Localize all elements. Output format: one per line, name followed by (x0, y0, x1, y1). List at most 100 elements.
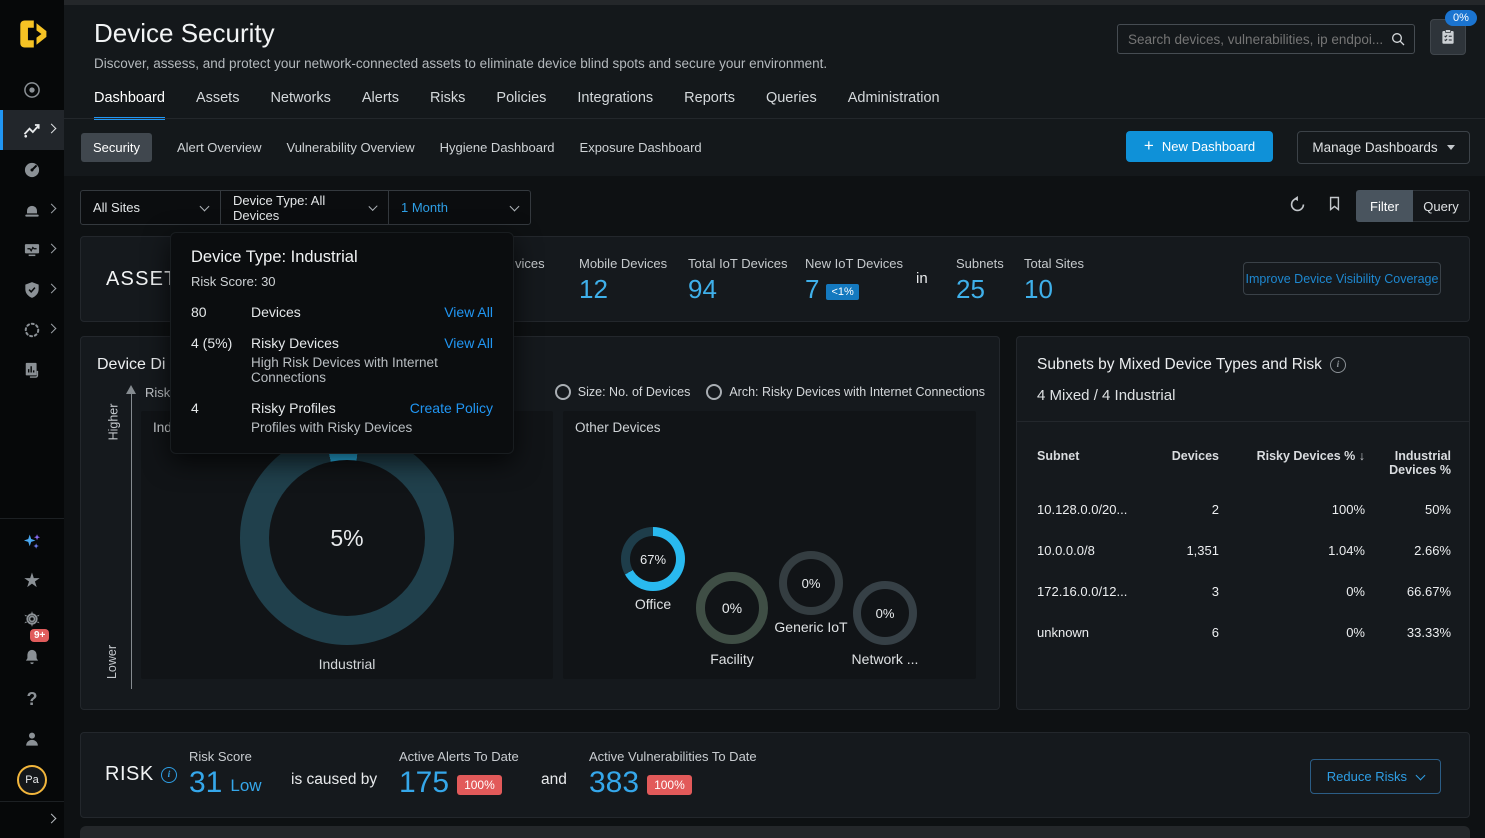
caused-by-text: is caused by (291, 771, 377, 789)
sidebar-item-favorites[interactable]: ★ (0, 560, 64, 600)
bubble-generic-iot[interactable]: 0% (779, 551, 843, 615)
stat-value: 94 (688, 274, 717, 305)
dashboard-tab-hygiene[interactable]: Hygiene Dashboard (440, 133, 555, 162)
chevron-right-icon (47, 814, 57, 824)
bubble-network[interactable]: 0% (853, 581, 917, 645)
time-range-dropdown[interactable]: 1 Month (389, 191, 530, 224)
dashboard-tab-exposure[interactable]: Exposure Dashboard (580, 133, 702, 162)
col-industrial[interactable]: Industrial Devices % (1365, 441, 1451, 489)
sidebar-item-device-security-active[interactable] (0, 110, 64, 150)
cell-industrial: 2.66% (1365, 530, 1451, 571)
sidebar-item-ai-assistant[interactable] (0, 522, 64, 562)
dashboard-tabs: Security Alert Overview Vulnerability Ov… (81, 133, 702, 162)
bubble-office[interactable]: 67% (621, 527, 685, 591)
sidebar-item-notifications[interactable]: 9+ (0, 637, 64, 677)
view-all-link[interactable]: View All (444, 335, 493, 351)
bell-icon (22, 647, 42, 667)
new-dashboard-button[interactable]: + New Dashboard (1126, 131, 1273, 162)
other-devices-plot: Other Devices 67% Office 0% Facility 0% … (563, 411, 976, 679)
risk-panel: RISK Risk Score 31 Low is caused by Acti… (80, 732, 1470, 818)
sidebar-item-help[interactable]: ? (0, 679, 64, 719)
plus-icon: + (1144, 136, 1154, 156)
sidebar-divider (0, 801, 64, 802)
legend-size-option[interactable]: Size: No. of Devices (555, 384, 691, 400)
chevron-right-icon (47, 284, 57, 294)
tab-assets[interactable]: Assets (196, 90, 240, 120)
subnet-link[interactable]: 10.0.0.0/8 (1037, 530, 1155, 571)
sidebar-item-discovery[interactable] (0, 70, 64, 110)
claroty-logo-icon (14, 16, 50, 52)
tab-alerts[interactable]: Alerts (362, 90, 399, 120)
chevron-right-icon (47, 244, 57, 254)
dashboard-tab-alert-overview[interactable]: Alert Overview (177, 133, 262, 162)
tab-queries[interactable]: Queries (766, 90, 817, 120)
sidebar-item-network[interactable] (0, 230, 64, 270)
subnet-link[interactable]: 10.128.0.0/20... (1037, 489, 1155, 530)
and-text: and (541, 771, 567, 789)
tab-integrations[interactable]: Integrations (577, 90, 653, 120)
sidebar-item-policies[interactable] (0, 270, 64, 310)
sites-dropdown[interactable]: All Sites (81, 191, 221, 224)
radio-icon[interactable] (555, 384, 571, 400)
improve-visibility-button[interactable]: Improve Device Visibility Coverage (1243, 262, 1441, 295)
query-toggle[interactable]: Query (1413, 190, 1470, 222)
col-subnet[interactable]: Subnet (1037, 441, 1155, 489)
sidebar-collapse-toggle[interactable] (0, 805, 64, 835)
reset-filters-button[interactable] (1288, 195, 1307, 214)
tab-risks[interactable]: Risks (430, 90, 465, 120)
chevron-down-icon (200, 201, 210, 211)
global-search[interactable] (1117, 24, 1415, 54)
col-risky[interactable]: Risky Devices % ↓ (1219, 441, 1365, 489)
bubble-facility[interactable]: 0% (696, 572, 768, 644)
info-icon[interactable] (1330, 357, 1346, 373)
filter-toggle[interactable]: Filter (1356, 190, 1413, 222)
sidebar-item-account[interactable]: Pa (0, 760, 64, 800)
create-policy-link[interactable]: Create Policy (410, 400, 493, 416)
sidebar-item-reports[interactable] (0, 350, 64, 390)
legend-arch-option[interactable]: Arch: Risky Devices with Internet Connec… (706, 384, 985, 400)
app-logo[interactable] (0, 12, 64, 56)
risk-axis (131, 393, 132, 689)
alarm-icon (22, 200, 42, 220)
tooltip-label: Risky Devices (251, 335, 438, 351)
dashboard-tab-security[interactable]: Security (81, 133, 152, 162)
sidebar-item-alerts[interactable] (0, 190, 64, 230)
info-icon[interactable] (161, 767, 177, 783)
subnet-link[interactable]: unknown (1037, 612, 1155, 653)
analytics-route-icon (22, 120, 42, 140)
subnets-panel: Subnets by Mixed Device Types and Risk 4… (1016, 336, 1470, 710)
tab-administration[interactable]: Administration (848, 90, 940, 120)
col-devices[interactable]: Devices (1155, 441, 1219, 489)
other-devices-group-label: Other Devices (575, 420, 661, 435)
cell-devices: 2 (1155, 489, 1219, 530)
tab-dashboard[interactable]: Dashboard (94, 90, 165, 120)
radio-icon[interactable] (706, 384, 722, 400)
stat-value: 10 (1024, 274, 1053, 305)
bookmark-button[interactable] (1326, 194, 1343, 213)
tooltip-label: Risky Profiles (251, 400, 404, 416)
view-all-link[interactable]: View All (444, 304, 493, 320)
manage-dashboards-button[interactable]: Manage Dashboards (1297, 131, 1470, 164)
sidebar-item-user[interactable] (0, 719, 64, 759)
dotted-circle-icon (22, 320, 42, 340)
tooltip-value: 4 (5%) (191, 335, 245, 351)
subnets-subtitle: 4 Mixed / 4 Industrial (1037, 387, 1175, 404)
bubble-label-office: Office (621, 596, 685, 612)
tab-networks[interactable]: Networks (270, 90, 330, 120)
device-type-dropdown[interactable]: Device Type: All Devices (221, 191, 389, 224)
industrial-donut-chart[interactable]: 5% (240, 431, 454, 645)
dashboard-tab-vulnerability-overview[interactable]: Vulnerability Overview (287, 133, 415, 162)
sidebar-item-integrations[interactable] (0, 310, 64, 350)
reduce-risks-button[interactable]: Reduce Risks (1310, 759, 1441, 794)
stat-label: Mobile Devices (579, 256, 667, 271)
search-icon[interactable] (1390, 31, 1406, 47)
tab-policies[interactable]: Policies (496, 90, 546, 120)
col-risky-text: Risky Devices % (1257, 449, 1356, 463)
subnet-link[interactable]: 172.16.0.0/12... (1037, 571, 1155, 612)
sidebar-item-dashboard[interactable] (0, 150, 64, 190)
top-strip (64, 0, 1485, 5)
gear-icon (22, 609, 42, 629)
search-input[interactable] (1118, 32, 1390, 47)
tab-reports[interactable]: Reports (684, 90, 735, 120)
monitor-pulse-icon (22, 240, 42, 260)
